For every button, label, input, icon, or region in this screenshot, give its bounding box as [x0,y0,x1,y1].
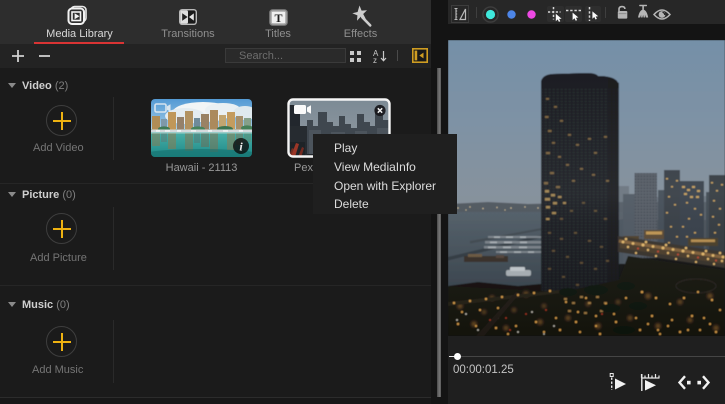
svg-text:T: T [274,11,282,25]
svg-text:z: z [373,56,377,63]
